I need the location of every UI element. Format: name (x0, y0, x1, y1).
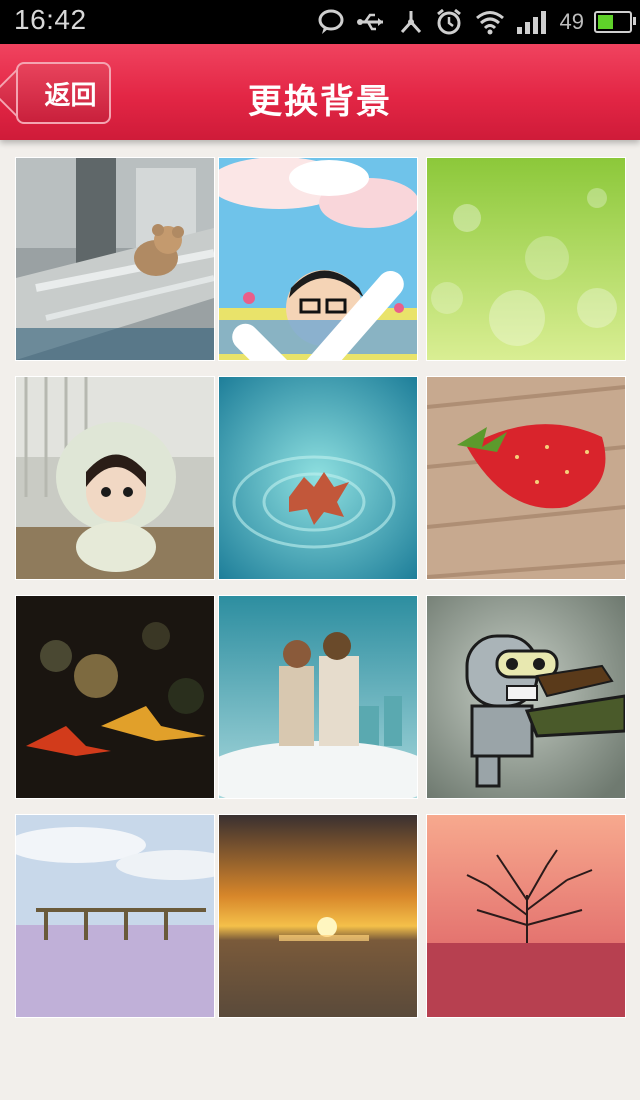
beach-pier-image (16, 815, 214, 1017)
bottom-fade (0, 1040, 640, 1100)
background-tile[interactable] (16, 377, 214, 579)
selected-indicator (219, 271, 417, 360)
check-icon (232, 271, 404, 360)
wifi-icon (475, 11, 504, 35)
chat-icon (318, 9, 344, 34)
background-tile[interactable] (427, 377, 625, 579)
green-bokeh-image (427, 158, 625, 360)
battery-icon (594, 11, 636, 33)
background-tile[interactable] (219, 596, 417, 798)
battery-percent: 49 (559, 9, 584, 34)
signal-icon (516, 11, 546, 34)
alarm-icon (436, 8, 461, 35)
leaf-on-water-image (219, 377, 417, 579)
doll-in-hood-image (16, 377, 214, 579)
usb-icon (356, 13, 383, 31)
background-tile[interactable] (16, 596, 214, 798)
background-tile[interactable] (219, 815, 417, 1017)
battery-level (598, 15, 613, 29)
sunset-sea-image (219, 815, 417, 1017)
status-bar: 16:42 49 (0, 0, 640, 44)
back-button-label: 返回 (44, 80, 97, 111)
bear-on-bench-image (16, 158, 214, 360)
background-tile[interactable] (427, 158, 625, 360)
background-tile[interactable] (16, 815, 214, 1017)
couple-in-clouds-image (219, 596, 417, 798)
paper-cranes-image (16, 596, 214, 798)
background-tile[interactable] (427, 815, 625, 1017)
background-tile[interactable] (16, 158, 214, 360)
back-button[interactable]: 返回 (16, 62, 111, 124)
usb-debug-icon (400, 11, 421, 34)
cartoon-robot-image (427, 596, 625, 798)
tree-silhouette-pink-image (427, 815, 625, 1017)
status-time: 16:42 (14, 4, 87, 35)
strawberry-on-wood-image (427, 377, 625, 579)
background-tile[interactable] (427, 596, 625, 798)
background-tile[interactable] (219, 377, 417, 579)
background-grid (0, 140, 640, 1100)
title-bar: 返回 更换背景 (0, 44, 640, 140)
background-tile-selected[interactable] (219, 158, 417, 360)
status-icons: 49 (316, 0, 636, 44)
